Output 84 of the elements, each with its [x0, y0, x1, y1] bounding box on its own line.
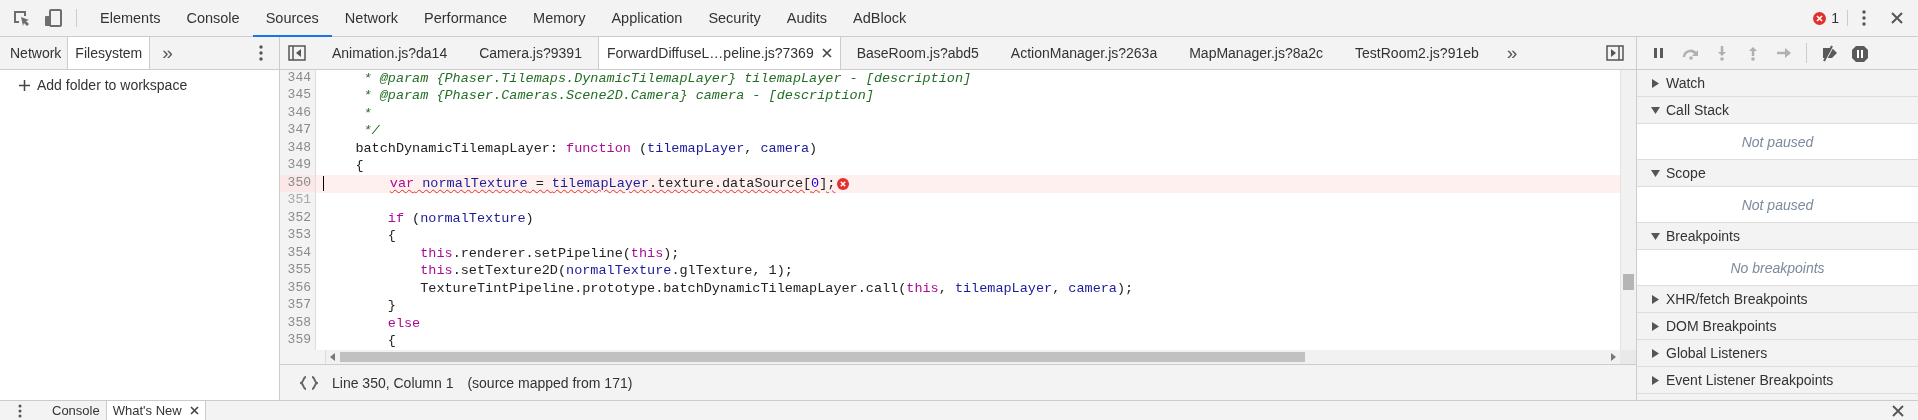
code-line: { [386, 332, 396, 350]
navigator-tab[interactable]: Filesystem [67, 37, 151, 69]
line-number: 344 [280, 70, 316, 88]
breakpoint-slash-icon[interactable] [1820, 44, 1838, 62]
error-icon [837, 177, 850, 190]
close-icon[interactable] [1890, 11, 1904, 25]
code-line: this.renderer.setPipeline(this); [419, 244, 680, 263]
line-number: 353 [280, 227, 316, 246]
line-number: 359 [280, 332, 316, 350]
drawer-tab[interactable]: What's New [105, 401, 206, 420]
section-header[interactable]: Watch [1637, 70, 1918, 97]
sidebar-toggle-icon[interactable] [1606, 45, 1624, 61]
text-cursor [323, 176, 324, 192]
code-line: this.setTexture2D(normalTexture.glTexture, 1); [419, 262, 793, 281]
collapsed-triangle-icon [1651, 78, 1660, 88]
more-tabs-button[interactable]: » [150, 37, 183, 69]
section-header[interactable]: DOM Breakpoints [1637, 313, 1918, 340]
panel-tab[interactable]: AdBlock [840, 0, 920, 37]
code-line: } [386, 297, 396, 316]
code-line: if (normalTexture) [386, 209, 534, 228]
stop-pause-icon[interactable] [1851, 44, 1869, 62]
section-header[interactable]: Global Listeners [1637, 340, 1918, 367]
file-tab[interactable]: TestRoom2.js?91eb [1339, 37, 1495, 69]
code-line: { [354, 157, 364, 176]
error-icon [1813, 11, 1827, 25]
collapsed-triangle-icon [1651, 321, 1660, 331]
empty-message: Not paused [1741, 133, 1814, 150]
code-line: else [386, 314, 421, 333]
collapsed-triangle-icon [1651, 348, 1660, 358]
panel-tab[interactable]: Security [695, 0, 774, 37]
panel-tab[interactable]: Performance [411, 0, 521, 37]
sidebar-toggle-icon[interactable] [288, 45, 306, 61]
file-tab[interactable]: ForwardDiffuseL…peline.js?7369 [597, 37, 841, 69]
panel-tab[interactable]: Console [173, 0, 253, 37]
braces-icon[interactable] [300, 375, 318, 390]
cursor-position: Line 350, Column 1 [332, 374, 454, 391]
line-number: 349 [280, 157, 316, 176]
source-map-note: (source mapped from 171) [467, 374, 633, 391]
collapsed-triangle-icon [1651, 294, 1660, 304]
expanded-triangle-icon [1651, 105, 1660, 115]
panel-tab[interactable]: Memory [520, 0, 599, 37]
code-line: * [362, 104, 372, 123]
inspect-icon[interactable] [12, 9, 30, 27]
file-tab[interactable]: Camera.js?9391 [463, 37, 598, 69]
line-number: 351 [280, 192, 316, 211]
code-line: batchDynamicTilemapLayer: function (tilemapLayer, camera) [354, 139, 818, 158]
navigator-tab[interactable]: Network [0, 37, 68, 69]
code-line: { [386, 227, 396, 246]
panel-tab[interactable]: Network [331, 0, 412, 37]
more-tabs-button[interactable]: » [1494, 37, 1528, 69]
line-number: 347 [280, 122, 316, 141]
line-number: 355 [280, 262, 316, 281]
code-line: */ [362, 122, 380, 141]
file-tab[interactable]: ActionManager.js?263a [994, 37, 1174, 69]
panel-tab[interactable]: Elements [87, 0, 174, 37]
scrollbar[interactable] [326, 350, 1620, 364]
more-icon[interactable] [1862, 10, 1866, 26]
section-header[interactable]: XHR/fetch Breakpoints [1637, 286, 1918, 313]
code-line: * @param {Phaser.Cameras.Scene2D.Camera} camera - [description] [362, 87, 874, 106]
plus-icon [19, 79, 30, 91]
file-tab[interactable]: Animation.js?da14 [316, 37, 464, 69]
line-number: 357 [280, 297, 316, 316]
device-icon[interactable] [44, 9, 62, 27]
error-count[interactable]: 1 [1813, 10, 1839, 26]
add-folder-link[interactable]: Add folder to workspace [37, 77, 188, 93]
empty-message: Not paused [1741, 196, 1814, 213]
more-icon[interactable] [259, 45, 263, 61]
code-line: var normalTexture = tilemapLayer.texture.dataSource[0]; [388, 174, 836, 193]
expanded-triangle-icon [1651, 231, 1660, 241]
section-header[interactable]: Event Listener Breakpoints [1637, 367, 1918, 394]
close-icon[interactable] [189, 406, 199, 415]
code-line: TextureTintPipeline.prototype.batchDynamicTilemapLayer.call(this, tilemapLayer, camera); [419, 279, 1134, 298]
file-tab[interactable]: MapManager.js?8a2c [1173, 37, 1340, 69]
file-tab[interactable]: BaseRoom.js?abd5 [840, 37, 995, 69]
drawer-tab[interactable]: Console [46, 401, 106, 420]
expanded-triangle-icon [1651, 168, 1660, 178]
empty-message: No breakpoints [1730, 259, 1825, 276]
code-line: * @param {Phaser.Tilemaps.DynamicTilemapLayer} tilemapLayer - [description] [362, 70, 972, 88]
close-icon[interactable] [821, 48, 832, 58]
scrollbar[interactable] [1620, 70, 1636, 350]
panel-tab[interactable]: Application [598, 0, 696, 37]
line-number: 345 [280, 87, 316, 106]
panel-tab[interactable]: Audits [773, 0, 841, 37]
collapsed-triangle-icon [1651, 375, 1660, 385]
